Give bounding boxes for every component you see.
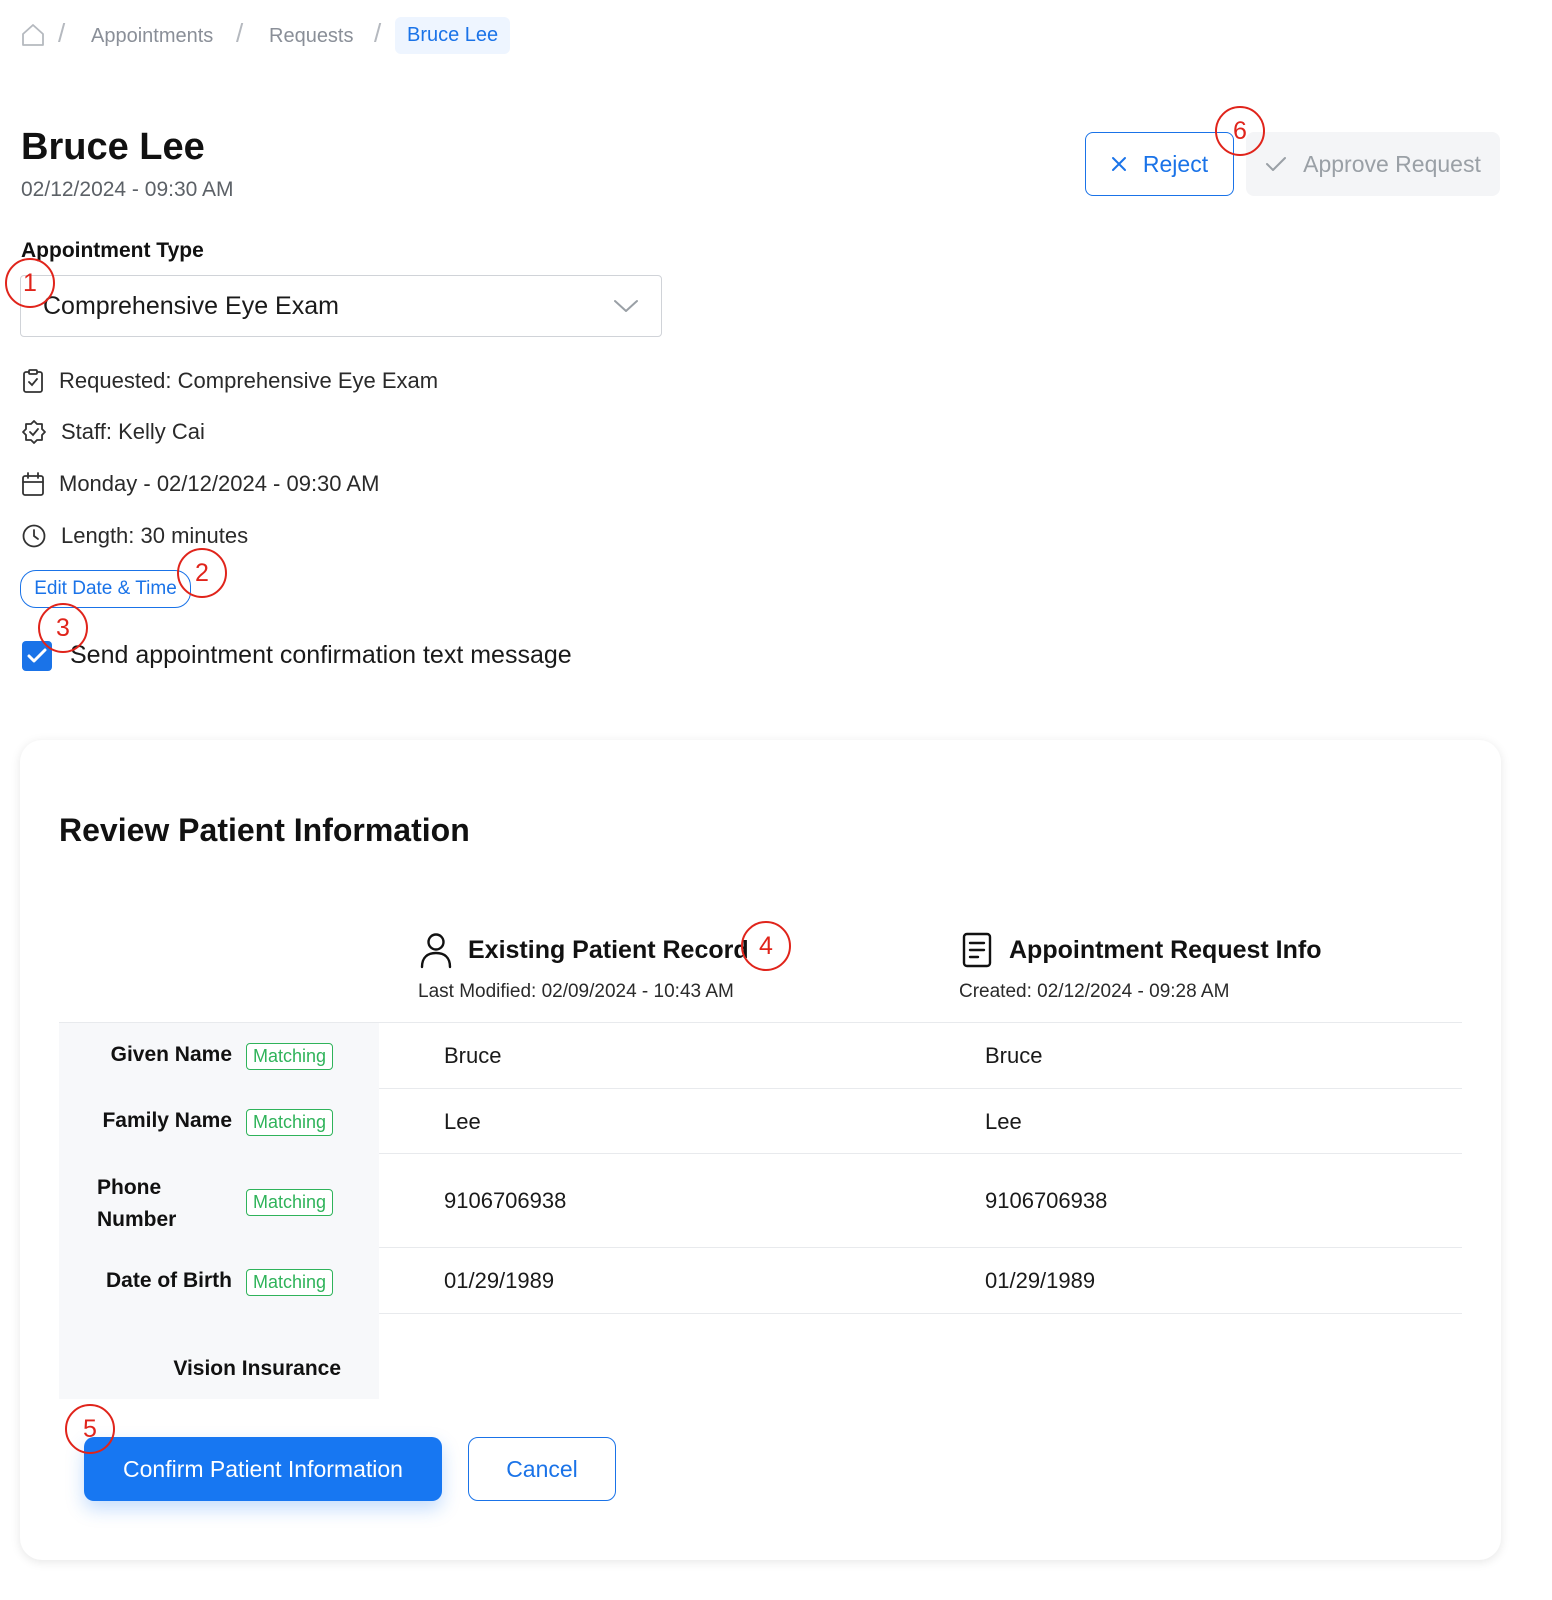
requested-type-text: Requested: Comprehensive Eye Exam bbox=[59, 368, 439, 393]
request-phone: 9106706938 bbox=[985, 1188, 1108, 1213]
date-row: Monday - 02/12/2024 - 09:30 AM bbox=[21, 471, 379, 497]
check-icon bbox=[1266, 157, 1287, 171]
request-info-created: Created: 02/12/2024 - 09:28 AM bbox=[959, 981, 1230, 1002]
cancel-button[interactable]: Cancel bbox=[468, 1437, 616, 1501]
matching-badge: Matching bbox=[246, 1189, 334, 1216]
request-given-name: Bruce bbox=[985, 1043, 1043, 1068]
family-name-label: Family Name bbox=[102, 1109, 232, 1132]
document-icon bbox=[962, 932, 992, 968]
reject-button[interactable]: Reject bbox=[1085, 132, 1234, 196]
callout-marker: 6 bbox=[1215, 106, 1265, 156]
clock-icon bbox=[22, 524, 46, 548]
breadcrumb-separator: / bbox=[236, 18, 244, 48]
existing-record-header: Existing Patient Record bbox=[418, 931, 749, 969]
matching-badge: Matching bbox=[246, 1043, 334, 1070]
requested-type-row: Requested: Comprehensive Eye Exam bbox=[21, 368, 438, 394]
breadcrumb-requests[interactable]: Requests bbox=[269, 25, 354, 48]
chevron-down-icon bbox=[613, 298, 639, 319]
calendar-icon bbox=[22, 472, 44, 496]
given-name-label: Given Name bbox=[110, 1043, 232, 1066]
appointment-type-select[interactable]: Comprehensive Eye Exam bbox=[20, 275, 662, 337]
callout-marker: 4 bbox=[741, 921, 791, 971]
table-divider bbox=[379, 1088, 1462, 1089]
approve-request-button[interactable]: Approve Request bbox=[1246, 132, 1500, 196]
breadcrumb-current: Bruce Lee bbox=[395, 17, 511, 54]
appointment-datetime: 02/12/2024 - 09:30 AM bbox=[21, 178, 234, 201]
user-icon bbox=[420, 933, 452, 969]
approve-label: Approve Request bbox=[1303, 150, 1481, 177]
existing-phone: 9106706938 bbox=[444, 1188, 567, 1213]
table-divider bbox=[379, 1313, 1462, 1314]
date-text: Monday - 02/12/2024 - 09:30 AM bbox=[59, 471, 380, 496]
matching-badge: Matching bbox=[246, 1269, 334, 1296]
close-icon bbox=[1111, 157, 1126, 171]
existing-dob: 01/29/1989 bbox=[444, 1268, 555, 1293]
dob-label: Date of Birth bbox=[106, 1269, 232, 1292]
send-confirmation-label[interactable]: Send appointment confirmation text messa… bbox=[70, 641, 572, 670]
page-title: Bruce Lee bbox=[21, 126, 205, 168]
existing-record-title: Existing Patient Record bbox=[468, 935, 749, 964]
phone-label-line-1: Phone bbox=[97, 1176, 162, 1199]
callout-marker: 3 bbox=[38, 603, 88, 653]
staff-text: Staff: Kelly Cai bbox=[61, 419, 205, 444]
request-family-name: Lee bbox=[985, 1109, 1022, 1134]
phone-label-line-2: Number bbox=[97, 1208, 177, 1231]
existing-given-name: Bruce bbox=[444, 1043, 502, 1068]
existing-family-name: Lee bbox=[444, 1109, 481, 1134]
confirm-patient-info-button[interactable]: Confirm Patient Information bbox=[84, 1437, 442, 1501]
length-row: Length: 30 minutes bbox=[21, 523, 248, 549]
appointment-type-label: Appointment Type bbox=[21, 239, 204, 262]
checkmark-icon bbox=[27, 648, 47, 663]
breadcrumb-separator: / bbox=[374, 18, 382, 48]
callout-marker: 5 bbox=[65, 1404, 115, 1454]
edit-date-time-button[interactable]: Edit Date & Time bbox=[20, 570, 191, 608]
request-dob: 01/29/1989 bbox=[985, 1268, 1096, 1293]
vision-insurance-label: Vision Insurance bbox=[173, 1357, 341, 1380]
breadcrumb-separator: / bbox=[58, 18, 66, 48]
badge-check-icon bbox=[22, 420, 46, 444]
length-text: Length: 30 minutes bbox=[61, 523, 249, 548]
reject-label: Reject bbox=[1142, 150, 1209, 177]
request-info-header: Appointment Request Info bbox=[959, 931, 1321, 969]
breadcrumb: / Appointments / Requests / Bruce Lee bbox=[0, 0, 560, 72]
existing-record-modified: Last Modified: 02/09/2024 - 10:43 AM bbox=[418, 981, 734, 1002]
appointment-type-value: Comprehensive Eye Exam bbox=[43, 292, 339, 320]
home-icon[interactable] bbox=[20, 22, 46, 53]
request-info-title: Appointment Request Info bbox=[1009, 935, 1322, 964]
review-title: Review Patient Information bbox=[59, 812, 470, 848]
callout-marker: 1 bbox=[5, 258, 55, 308]
table-divider bbox=[379, 1153, 1462, 1154]
callout-marker: 2 bbox=[177, 548, 227, 598]
matching-badge: Matching bbox=[246, 1109, 334, 1136]
breadcrumb-appointments[interactable]: Appointments bbox=[91, 25, 213, 48]
staff-row: Staff: Kelly Cai bbox=[21, 419, 205, 445]
clipboard-check-icon bbox=[23, 369, 43, 393]
phone-number-label: Phone Number bbox=[97, 1172, 176, 1236]
table-divider bbox=[379, 1247, 1462, 1248]
